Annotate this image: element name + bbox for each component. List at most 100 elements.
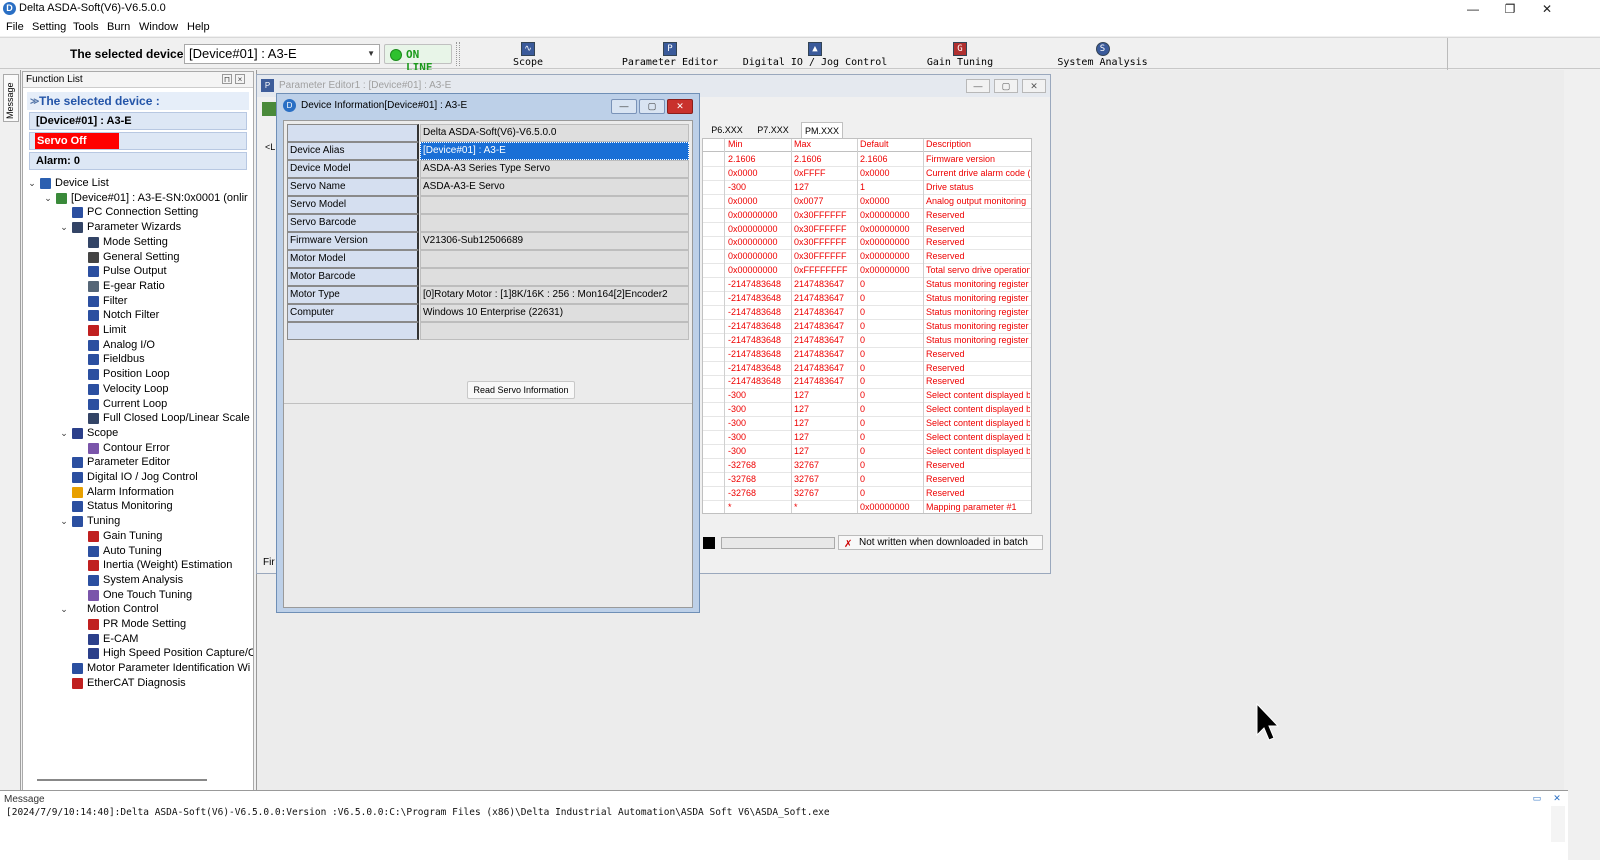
param-close-button[interactable]: ✕ xyxy=(1022,79,1046,93)
tab-p6[interactable]: P6.XXX xyxy=(707,122,747,138)
tree-item[interactable]: System Analysis xyxy=(23,573,253,588)
parameter-row[interactable]: -32768 32767 0 Reserved xyxy=(703,459,1031,473)
menu-burn[interactable]: Burn xyxy=(107,21,130,33)
tree-item[interactable]: ⌄ Device List xyxy=(23,176,253,191)
tree-item[interactable]: Filter xyxy=(23,294,253,309)
tree-item[interactable]: Digital IO / Jog Control xyxy=(23,470,253,485)
device-info-row[interactable]: Motor Type [0]Rotary Motor : [1]8K/16K : … xyxy=(287,286,689,304)
close-button[interactable]: ✕ xyxy=(1530,0,1564,18)
device-info-row[interactable]: Servo Barcode xyxy=(287,214,689,232)
tree-item[interactable]: Auto Tuning xyxy=(23,544,253,559)
panel-close-icon[interactable]: × xyxy=(235,74,245,84)
device-info-row[interactable]: Computer Windows 10 Enterprise (22631) xyxy=(287,304,689,322)
dialog-maximize-button[interactable]: ▢ xyxy=(639,99,665,114)
selected-device-header[interactable]: ≫ The selected device : xyxy=(27,92,249,110)
tree-item[interactable]: High Speed Position Capture/C xyxy=(23,646,253,661)
menu-tools[interactable]: Tools xyxy=(73,21,99,33)
parameter-row[interactable]: -300 127 0 Select content displayed by xyxy=(703,445,1031,459)
parameter-row[interactable]: 0x0000 0xFFFF 0x0000 Current drive alarm co… xyxy=(703,167,1031,181)
tree-item[interactable]: PC Connection Setting xyxy=(23,205,253,220)
tab-p7[interactable]: P7.XXX xyxy=(753,122,793,138)
tree-item[interactable]: Alarm Information xyxy=(23,485,253,500)
tree-item[interactable]: Inertia (Weight) Estimation xyxy=(23,558,253,573)
tree-item[interactable]: Contour Error xyxy=(23,441,253,456)
menu-setting[interactable]: Setting xyxy=(32,21,66,33)
device-select[interactable]: [Device#01] : A3-E ▼ xyxy=(184,44,380,64)
parameter-row[interactable]: 2.1606 2.1606 2.1606 Firmware version xyxy=(703,153,1031,167)
parameter-row[interactable]: -300 127 0 Select content displayed by xyxy=(703,417,1031,432)
parameter-row[interactable]: 0x0000 0x0077 0x0000 Analog output monitori… xyxy=(703,195,1031,209)
expand-chevron-icon[interactable]: ⌄ xyxy=(43,191,53,206)
tree-item[interactable]: Limit xyxy=(23,323,253,338)
tree-item[interactable]: Motor Parameter Identification Wi xyxy=(23,661,253,676)
horizontal-scrollbar[interactable] xyxy=(37,779,207,781)
tree-item[interactable]: Fieldbus xyxy=(23,352,253,367)
minimize-button[interactable]: — xyxy=(1456,0,1490,18)
tree-item[interactable]: Status Monitoring xyxy=(23,499,253,514)
device-info-row[interactable]: Motor Model xyxy=(287,250,689,268)
tree-item[interactable]: Current Loop xyxy=(23,397,253,412)
device-info-row[interactable]: Delta ASDA-Soft(V6)-V6.5.0.0 xyxy=(287,124,689,142)
device-info-row[interactable]: Device Alias [Device#01] : A3-E xyxy=(287,142,689,160)
message-scrollbar[interactable] xyxy=(1551,806,1565,842)
parameter-row[interactable]: -2147483648 2147483647 0 Status monitoring … xyxy=(703,334,1031,348)
online-button[interactable]: ON LINE xyxy=(384,44,452,74)
parameter-row[interactable]: 0x00000000 0x30FFFFFF 0x00000000 Reserved xyxy=(703,209,1031,223)
param-minimize-button[interactable]: — xyxy=(966,79,990,93)
parameter-row[interactable]: 0x00000000 0x30FFFFFF 0x00000000 Reserved xyxy=(703,250,1031,265)
parameter-editor-tool-button[interactable]: P Parameter Editor xyxy=(620,40,720,68)
dialog-minimize-button[interactable]: — xyxy=(611,99,637,114)
parameter-row[interactable]: -2147483648 2147483647 0 Status monitoring … xyxy=(703,306,1031,320)
tree-item[interactable]: ⌄ [Device#01] : A3-E-SN:0x0001 (onlir xyxy=(23,191,253,206)
parameter-row[interactable]: -32768 32767 0 Reserved xyxy=(703,473,1031,487)
expand-chevron-icon[interactable]: ⌄ xyxy=(59,220,69,235)
param-maximize-button[interactable]: ▢ xyxy=(994,79,1018,93)
dock-icon[interactable]: ▭ xyxy=(1532,793,1542,803)
parameter-row[interactable]: -300 127 0 Select content displayed by xyxy=(703,403,1031,418)
parameter-row[interactable]: 0x00000000 0x30FFFFFF 0x00000000 Reserved xyxy=(703,236,1031,251)
parameter-row[interactable]: -2147483648 2147483647 0 Reserved xyxy=(703,362,1031,376)
tree-item[interactable]: PR Mode Setting xyxy=(23,617,253,632)
device-info-row[interactable]: Servo Name ASDA-A3-E Servo xyxy=(287,178,689,196)
tree-item[interactable]: Gain Tuning xyxy=(23,529,253,544)
tree-item[interactable]: One Touch Tuning xyxy=(23,588,253,603)
gain-tuning-tool-button[interactable]: G Gain Tuning xyxy=(920,40,1000,68)
parameter-row[interactable]: * * 0x00000000 Mapping parameter #1 xyxy=(703,501,1031,514)
tree-item[interactable]: EtherCAT Diagnosis xyxy=(23,676,253,691)
tree-item[interactable]: General Setting xyxy=(23,250,253,265)
tab-pm[interactable]: PM.XXX xyxy=(801,122,843,138)
parameter-row[interactable]: -2147483648 2147483647 0 Status monitoring … xyxy=(703,320,1031,334)
tree-item[interactable]: Mode Setting xyxy=(23,235,253,250)
read-servo-information-button[interactable]: Read Servo Information xyxy=(467,381,575,399)
tree-item[interactable]: ⌄ Scope xyxy=(23,426,253,441)
digital-io-tool-button[interactable]: ▲ Digital IO / Jog Control xyxy=(740,40,890,68)
menu-window[interactable]: Window xyxy=(139,21,178,33)
parameter-row[interactable]: -300 127 0 Select content displayed by xyxy=(703,389,1031,404)
parameter-row[interactable]: -300 127 1 Drive status xyxy=(703,181,1031,195)
tree-item[interactable]: ⌄ Motion Control xyxy=(23,602,253,617)
parameter-row[interactable]: 0x00000000 0xFFFFFFFF 0x00000000 Total serv… xyxy=(703,264,1031,279)
tree-item[interactable]: Notch Filter xyxy=(23,308,253,323)
device-info-row[interactable]: Firmware Version V21306-Sub12506689 xyxy=(287,232,689,250)
tree-item[interactable]: ⌄ Tuning xyxy=(23,514,253,529)
device-info-row[interactable] xyxy=(287,322,689,340)
tree-item[interactable]: E-CAM xyxy=(23,632,253,647)
device-info-row[interactable]: Device Model ASDA-A3 Series Type Servo xyxy=(287,160,689,178)
tree-item[interactable]: Parameter Editor xyxy=(23,455,253,470)
tree-item[interactable]: Velocity Loop xyxy=(23,382,253,397)
tree-item[interactable]: Full Closed Loop/Linear Scale xyxy=(23,411,253,426)
tree-item[interactable]: Analog I/O xyxy=(23,338,253,353)
expand-chevron-icon[interactable]: ⌄ xyxy=(59,514,69,529)
system-analysis-tool-button[interactable]: S System Analysis xyxy=(1055,40,1150,68)
parameter-row[interactable]: 0x00000000 0x30FFFFFF 0x00000000 Reserved xyxy=(703,223,1031,237)
message-side-tab[interactable]: Message xyxy=(3,74,19,122)
tree-item[interactable]: E-gear Ratio xyxy=(23,279,253,294)
scope-tool-button[interactable]: ∿ Scope xyxy=(498,40,558,68)
message-close-icon[interactable]: ✕ xyxy=(1552,793,1562,803)
expand-chevron-icon[interactable]: ⌄ xyxy=(59,426,69,441)
parameter-row[interactable]: -2147483648 2147483647 0 Status monitoring … xyxy=(703,278,1031,293)
parameter-row[interactable]: -2147483648 2147483647 0 Reserved xyxy=(703,375,1031,390)
device-info-row[interactable]: Motor Barcode xyxy=(287,268,689,286)
expand-chevron-icon[interactable]: ⌄ xyxy=(59,602,69,617)
menu-help[interactable]: Help xyxy=(187,21,210,33)
